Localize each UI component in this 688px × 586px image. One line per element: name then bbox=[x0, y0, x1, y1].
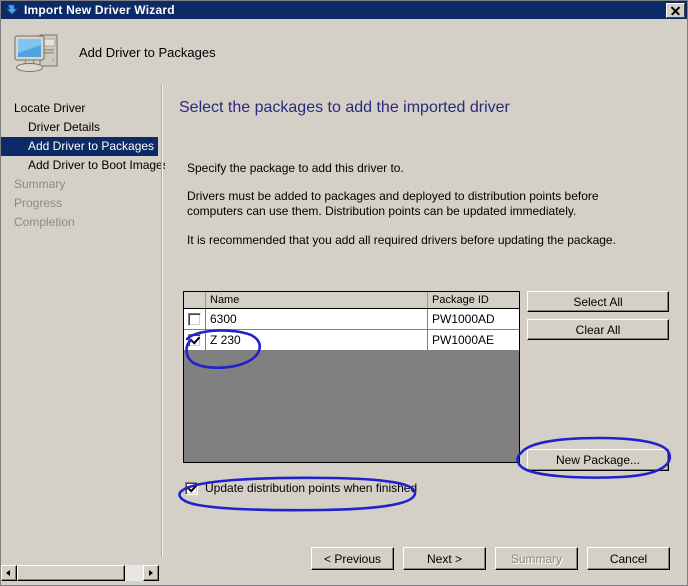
sidebar-item-locate-driver[interactable]: Locate Driver bbox=[1, 99, 158, 118]
scroll-left-arrow-icon[interactable] bbox=[1, 565, 17, 581]
close-icon[interactable] bbox=[666, 2, 685, 18]
title-bar[interactable]: Import New Driver Wizard bbox=[1, 1, 687, 19]
summary-button: Summary bbox=[495, 547, 578, 570]
sidebar-divider bbox=[161, 85, 163, 557]
content-pane: Select the packages to add the imported … bbox=[165, 85, 687, 533]
package-list[interactable]: Name Package ID 6300 PW1000AD Z 230 PW10… bbox=[183, 291, 520, 463]
wizard-step-sidebar: Locate Driver Driver Details Add Driver … bbox=[1, 85, 169, 557]
instruction-paragraph-2: Drivers must be added to packages and de… bbox=[187, 189, 599, 218]
sidebar-item-driver-details[interactable]: Driver Details bbox=[1, 118, 158, 137]
wizard-header: Add Driver to Packages bbox=[1, 19, 687, 85]
checkbox-icon[interactable] bbox=[188, 312, 201, 326]
content-heading: Select the packages to add the imported … bbox=[179, 99, 510, 116]
window-title: Import New Driver Wizard bbox=[24, 3, 175, 17]
sidebar-item-summary: Summary bbox=[14, 177, 66, 191]
row-name: 6300 bbox=[206, 309, 428, 329]
column-header-check bbox=[184, 292, 206, 308]
next-button[interactable]: Next > bbox=[403, 547, 486, 570]
select-all-button[interactable]: Select All bbox=[527, 291, 669, 312]
scrollbar-track[interactable] bbox=[17, 565, 143, 581]
sidebar-item-add-driver-to-boot-images[interactable]: Add Driver to Boot Images bbox=[1, 156, 169, 175]
cancel-button[interactable]: Cancel bbox=[587, 547, 670, 570]
instruction-paragraph-1: Specify the package to add this driver t… bbox=[187, 161, 404, 175]
update-distribution-points-label: Update distribution points when finished bbox=[205, 481, 418, 495]
table-row[interactable]: Z 230 PW1000AE bbox=[184, 330, 519, 351]
import-new-driver-wizard-window: Import New Driver Wizard Add Driver to P… bbox=[0, 0, 688, 586]
row-name: Z 230 bbox=[206, 330, 428, 350]
sidebar-item-add-driver-to-packages[interactable]: Add Driver to Packages bbox=[1, 137, 158, 156]
row-checkbox-cell[interactable] bbox=[184, 309, 206, 329]
new-package-button[interactable]: New Package... bbox=[527, 449, 669, 471]
row-package-id: PW1000AD bbox=[428, 309, 519, 329]
sidebar-item-progress: Progress bbox=[14, 196, 63, 210]
computer-icon bbox=[9, 27, 65, 77]
column-header-name[interactable]: Name bbox=[206, 292, 428, 308]
table-row[interactable]: 6300 PW1000AD bbox=[184, 309, 519, 330]
row-checkbox-cell[interactable] bbox=[184, 330, 206, 350]
previous-button[interactable]: < Previous bbox=[311, 547, 394, 570]
blue-arrow-icon bbox=[5, 2, 21, 18]
instruction-paragraph-3: It is recommended that you add all requi… bbox=[187, 233, 616, 247]
horizontal-scrollbar[interactable] bbox=[1, 563, 159, 583]
checkbox-checked-icon[interactable] bbox=[188, 333, 201, 347]
sidebar-item-completion: Completion bbox=[14, 215, 75, 229]
checkbox-checked-icon[interactable] bbox=[185, 481, 198, 495]
update-distribution-points-checkbox-row[interactable]: Update distribution points when finished bbox=[185, 481, 417, 495]
scrollbar-thumb[interactable] bbox=[17, 565, 125, 581]
clear-all-button[interactable]: Clear All bbox=[527, 319, 669, 340]
scrollbar-corner bbox=[159, 563, 173, 583]
row-package-id: PW1000AE bbox=[428, 330, 519, 350]
wizard-footer: < Previous Next > Summary Cancel bbox=[165, 533, 687, 575]
page-title: Add Driver to Packages bbox=[79, 44, 216, 60]
scroll-right-arrow-icon[interactable] bbox=[143, 565, 159, 581]
package-list-header: Name Package ID bbox=[184, 292, 519, 309]
column-header-package-id[interactable]: Package ID bbox=[428, 292, 519, 308]
